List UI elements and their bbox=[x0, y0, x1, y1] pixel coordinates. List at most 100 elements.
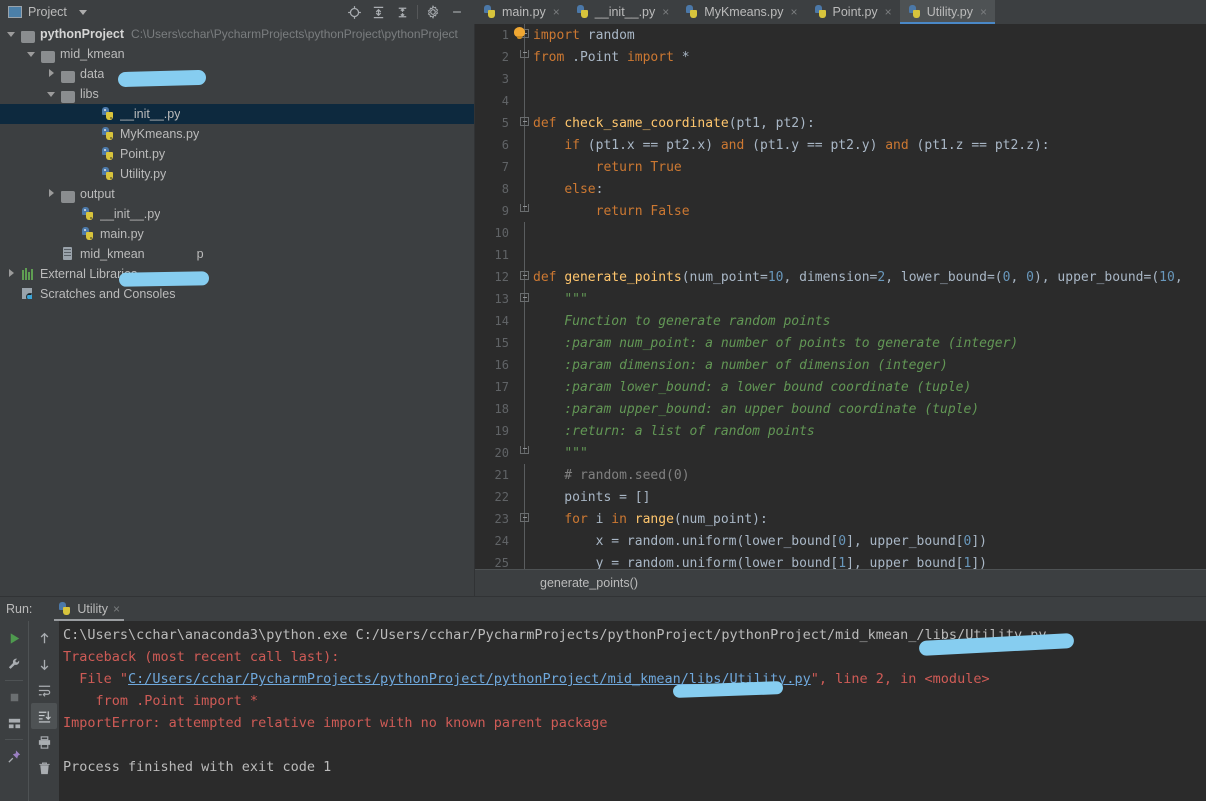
fold-gutter[interactable] bbox=[517, 486, 533, 508]
fold-gutter[interactable] bbox=[517, 68, 533, 90]
locate-icon[interactable] bbox=[342, 1, 366, 23]
code-line[interactable]: 8 else: bbox=[475, 178, 1206, 200]
fold-gutter[interactable] bbox=[517, 310, 533, 332]
editor-tab-point-py[interactable]: Point.py × bbox=[806, 0, 900, 24]
fold-gutter[interactable] bbox=[517, 244, 533, 266]
editor-tab-utility-py[interactable]: Utility.py × bbox=[899, 0, 996, 24]
code-editor[interactable]: 1 import random 2 from .Point import * 3 4 5 de… bbox=[475, 24, 1206, 596]
tree-item-output[interactable]: output bbox=[0, 184, 474, 204]
fold-gutter[interactable] bbox=[517, 222, 533, 244]
trash-icon[interactable] bbox=[31, 755, 57, 781]
code-line[interactable]: 25 y = random.uniform(lower_bound[1], up… bbox=[475, 552, 1206, 570]
tree-item-scratches-and-consoles[interactable]: Scratches and Consoles bbox=[0, 284, 474, 304]
gear-icon[interactable] bbox=[421, 1, 445, 23]
close-icon[interactable]: × bbox=[553, 5, 560, 19]
arrow-down-icon[interactable] bbox=[31, 651, 57, 677]
chevron-down-icon[interactable] bbox=[26, 49, 36, 59]
code-line[interactable]: 17 :param lower_bound: a lower bound coo… bbox=[475, 376, 1206, 398]
tree-item-mykmeans-py[interactable]: MyKmeans.py bbox=[0, 124, 474, 144]
fold-gutter[interactable] bbox=[517, 288, 533, 310]
arrow-up-icon[interactable] bbox=[31, 625, 57, 651]
code-line[interactable]: 12 def generate_points(num_point=10, dime… bbox=[475, 266, 1206, 288]
tree-item-point-py[interactable]: Point.py bbox=[0, 144, 474, 164]
code-line[interactable]: 11 bbox=[475, 244, 1206, 266]
code-line[interactable]: 5 def check_same_coordinate(pt1, pt2): bbox=[475, 112, 1206, 134]
fold-gutter[interactable] bbox=[517, 442, 533, 464]
chevron-right-icon[interactable] bbox=[6, 269, 16, 279]
console-output[interactable]: C:\Users\cchar\anaconda3\python.exe C:/U… bbox=[59, 621, 1206, 801]
editor-tab---init---py[interactable]: __init__.py × bbox=[568, 0, 677, 24]
fold-gutter[interactable] bbox=[517, 178, 533, 200]
code-line[interactable]: 7 return True bbox=[475, 156, 1206, 178]
project-title-group[interactable]: Project bbox=[0, 5, 87, 19]
fold-gutter[interactable] bbox=[517, 266, 533, 288]
run-icon[interactable] bbox=[1, 625, 27, 651]
stop-icon[interactable] bbox=[1, 684, 27, 710]
code-line[interactable]: 6 if (pt1.x == pt2.x) and (pt1.y == pt2.… bbox=[475, 134, 1206, 156]
chevron-down-icon[interactable] bbox=[78, 9, 87, 15]
code-line[interactable]: 18 :param upper_bound: an upper bound co… bbox=[475, 398, 1206, 420]
tree-item-libs[interactable]: libs bbox=[0, 84, 474, 104]
tree-item---init---py[interactable]: __init__.py bbox=[0, 104, 474, 124]
fold-gutter[interactable] bbox=[517, 156, 533, 178]
code-line[interactable]: 22 points = [] bbox=[475, 486, 1206, 508]
fold-gutter[interactable] bbox=[517, 112, 533, 134]
scroll-to-end-icon[interactable] bbox=[31, 703, 57, 729]
editor-tab-mykmeans-py[interactable]: MyKmeans.py × bbox=[677, 0, 805, 24]
code-lines[interactable]: 1 import random 2 from .Point import * 3 4 5 de… bbox=[475, 24, 1206, 570]
tree-item-mid-kmean[interactable]: mid_kmean p bbox=[0, 244, 474, 264]
intention-bulb-icon[interactable] bbox=[513, 27, 526, 40]
fold-gutter[interactable] bbox=[517, 200, 533, 222]
close-icon[interactable]: × bbox=[980, 5, 987, 19]
fold-gutter[interactable] bbox=[517, 508, 533, 530]
code-line[interactable]: 14 Function to generate random points bbox=[475, 310, 1206, 332]
close-icon[interactable]: × bbox=[790, 5, 797, 19]
fold-gutter[interactable] bbox=[517, 530, 533, 552]
tree-item-utility-py[interactable]: Utility.py bbox=[0, 164, 474, 184]
tree-item-pythonproject[interactable]: pythonProject C:\Users\cchar\PycharmProje… bbox=[0, 24, 474, 44]
chevron-right-icon[interactable] bbox=[46, 69, 56, 79]
fold-gutter[interactable] bbox=[517, 332, 533, 354]
tree-item---init---py[interactable]: __init__.py bbox=[0, 204, 474, 224]
project-tree[interactable]: pythonProject C:\Users\cchar\PycharmProje… bbox=[0, 24, 475, 596]
tree-item-mid-kmean[interactable]: mid_kmean bbox=[0, 44, 474, 64]
console-file-link[interactable]: C:/Users/cchar/PycharmProjects/pythonPro… bbox=[128, 671, 681, 687]
soft-wrap-icon[interactable] bbox=[31, 677, 57, 703]
code-line[interactable]: 15 :param num_point: a number of points … bbox=[475, 332, 1206, 354]
minimize-icon[interactable] bbox=[445, 1, 469, 23]
editor-tab-main-py[interactable]: main.py × bbox=[475, 0, 568, 24]
code-line[interactable]: 3 bbox=[475, 68, 1206, 90]
code-line[interactable]: 4 bbox=[475, 90, 1206, 112]
chevron-right-icon[interactable] bbox=[46, 189, 56, 199]
fold-gutter[interactable] bbox=[517, 398, 533, 420]
chevron-down-icon[interactable] bbox=[6, 29, 16, 39]
code-line[interactable]: 20 """ bbox=[475, 442, 1206, 464]
fold-gutter[interactable] bbox=[517, 376, 533, 398]
close-icon[interactable]: × bbox=[885, 5, 892, 19]
tree-item-main-py[interactable]: main.py bbox=[0, 224, 474, 244]
code-line[interactable]: 13 """ bbox=[475, 27, 1206, 310]
close-icon[interactable]: × bbox=[662, 5, 669, 19]
print-icon[interactable] bbox=[31, 729, 57, 755]
code-line[interactable]: 23 for i in range(num_point): bbox=[475, 508, 1206, 530]
code-line[interactable]: 24 x = random.uniform(lower_bound[0], up… bbox=[475, 530, 1206, 552]
pin-icon[interactable] bbox=[1, 743, 27, 769]
code-line[interactable]: 21 # random.seed(0) bbox=[475, 464, 1206, 486]
wrench-icon[interactable] bbox=[1, 651, 27, 677]
code-line[interactable]: 10 bbox=[475, 222, 1206, 244]
fold-gutter[interactable] bbox=[517, 46, 533, 68]
fold-gutter[interactable] bbox=[517, 354, 533, 376]
code-line[interactable]: 2 from .Point import * bbox=[475, 46, 1206, 68]
code-line[interactable]: 9 return False bbox=[475, 200, 1206, 222]
fold-gutter[interactable] bbox=[517, 134, 533, 156]
code-line[interactable]: 16 :param dimension: a number of dimensi… bbox=[475, 354, 1206, 376]
run-tab-utility[interactable]: Utility × bbox=[50, 597, 128, 621]
chevron-down-icon[interactable] bbox=[46, 89, 56, 99]
fold-gutter[interactable] bbox=[517, 420, 533, 442]
fold-gutter[interactable] bbox=[517, 552, 533, 570]
code-line[interactable]: 1 import random bbox=[475, 24, 1206, 46]
expand-all-icon[interactable] bbox=[366, 1, 390, 23]
close-icon[interactable]: × bbox=[113, 602, 120, 616]
collapse-all-icon[interactable] bbox=[390, 1, 414, 23]
fold-gutter[interactable] bbox=[517, 90, 533, 112]
